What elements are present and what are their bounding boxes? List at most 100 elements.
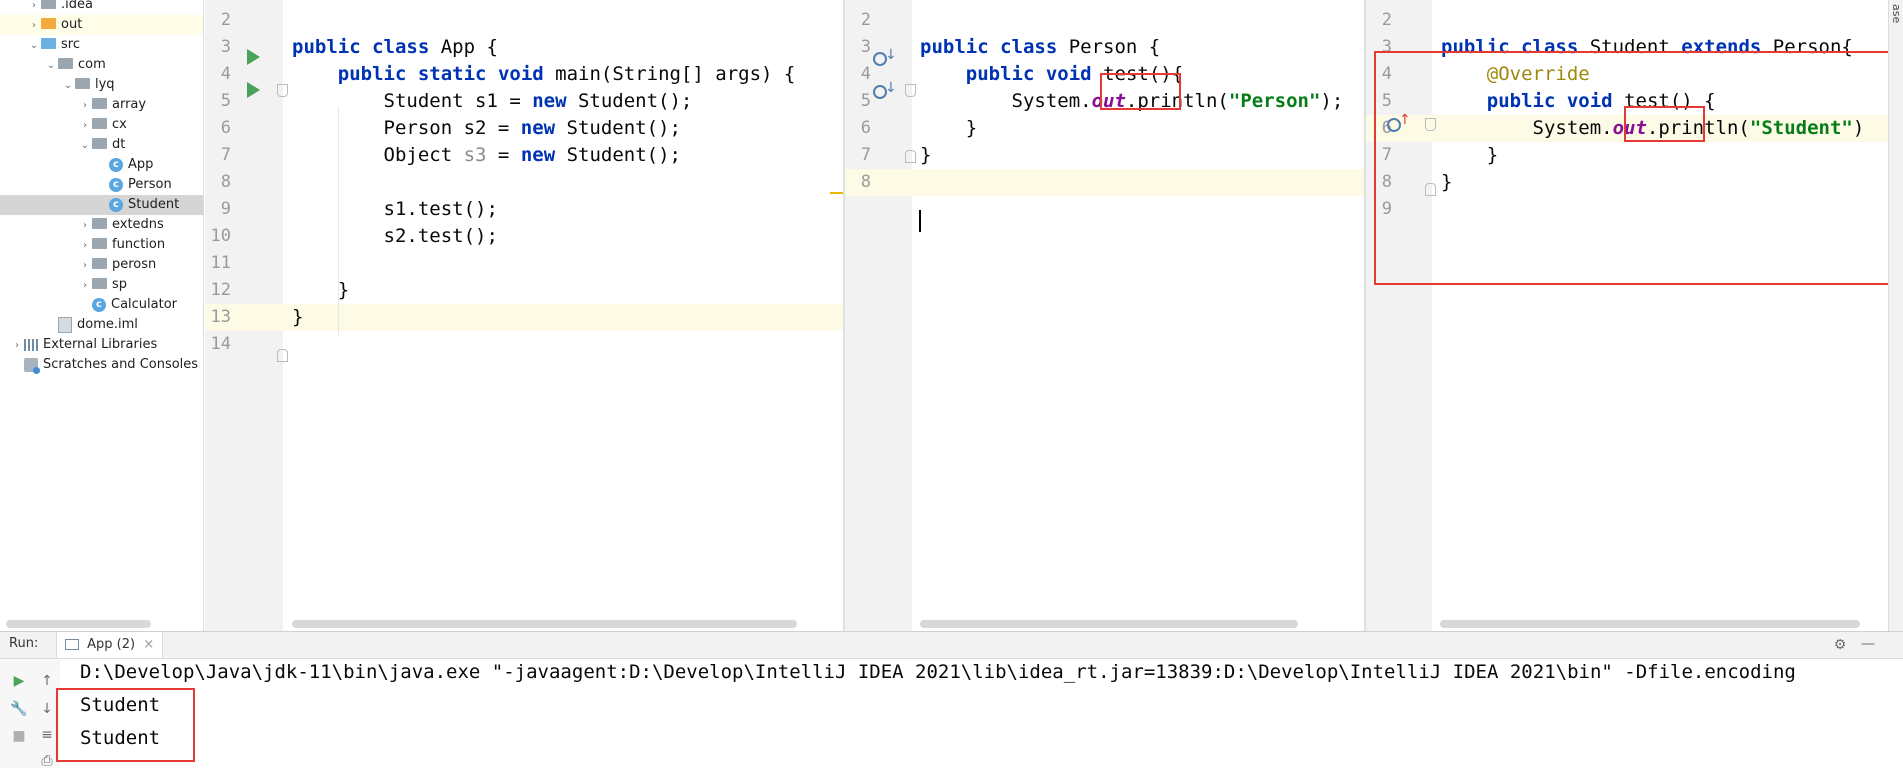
library-icon xyxy=(24,338,38,351)
chevron-right-icon[interactable]: › xyxy=(78,256,92,276)
chevron-right-icon[interactable]: › xyxy=(27,16,41,36)
tree-item-app[interactable]: c App xyxy=(0,155,203,175)
tree-item-extedns[interactable]: › extedns xyxy=(0,215,203,235)
output-highlight-box xyxy=(56,688,195,762)
text-cursor xyxy=(919,210,921,232)
soft-wrap-icon[interactable]: ≡ xyxy=(37,725,57,745)
fold-icon[interactable] xyxy=(277,349,288,362)
package-icon xyxy=(58,58,73,69)
fold-icon[interactable] xyxy=(277,84,288,97)
tree-item-label: dt xyxy=(112,137,126,152)
folder-icon xyxy=(41,0,56,9)
tree-item-label: lyq xyxy=(95,77,115,92)
package-icon xyxy=(92,138,107,149)
tree-item-label: dome.iml xyxy=(77,317,138,332)
tree-item-dt[interactable]: ⌄ dt xyxy=(0,135,203,155)
tree-item-label: perosn xyxy=(112,257,157,272)
class-icon: c xyxy=(92,297,106,312)
tree-item-student[interactable]: c Student xyxy=(0,195,203,215)
highlight-box xyxy=(1624,106,1705,142)
class-icon: c xyxy=(109,177,123,192)
run-gutter-icon[interactable] xyxy=(247,49,260,65)
run-tab[interactable]: App (2) × xyxy=(56,632,164,658)
run-config-icon xyxy=(65,639,79,650)
tree-item-label: extedns xyxy=(112,217,164,232)
current-line-highlight xyxy=(845,169,1364,196)
tree-item-lyq[interactable]: ⌄ lyq xyxy=(0,75,203,95)
chevron-right-icon[interactable]: › xyxy=(27,0,41,16)
tree-item-sp[interactable]: › sp xyxy=(0,275,203,295)
person-editor-scrollbar[interactable] xyxy=(920,620,1298,628)
class-icon: c xyxy=(109,197,123,212)
chevron-down-icon[interactable]: ⌄ xyxy=(61,76,75,96)
run-gutter-icon[interactable] xyxy=(247,82,260,98)
chevron-right-icon[interactable]: › xyxy=(78,116,92,136)
minimize-icon[interactable]: — xyxy=(1858,634,1878,654)
tree-item-perosn[interactable]: › perosn xyxy=(0,255,203,275)
chevron-down-icon[interactable]: ⌄ xyxy=(27,36,41,56)
app-editor-lines: 2 3 public class App {4 public static void… xyxy=(205,0,843,631)
chevron-right-icon[interactable]: › xyxy=(10,336,24,356)
scroll-down-icon[interactable]: ↓ xyxy=(37,699,57,719)
chevron-down-icon[interactable]: ⌄ xyxy=(78,136,92,156)
wrench-icon[interactable]: 🔧 xyxy=(9,699,29,719)
tree-item-dome-iml[interactable]: dome.iml xyxy=(0,315,203,335)
code-line: } xyxy=(920,144,932,166)
gear-icon[interactable]: ⚙ xyxy=(1830,635,1850,655)
chevron-right-icon[interactable]: › xyxy=(78,96,92,116)
tree-item-label: Student xyxy=(128,197,180,212)
tree-item-label: App xyxy=(128,157,154,172)
tree-item-label: com xyxy=(78,57,106,72)
chevron-down-icon[interactable]: ⌄ xyxy=(44,56,58,76)
folder-icon xyxy=(41,18,56,29)
warning-marker[interactable] xyxy=(830,192,843,194)
code-line: } xyxy=(292,306,304,328)
console-command: D:\Develop\Java\jdk-11\bin\java.exe "-ja… xyxy=(80,661,1796,683)
close-icon[interactable]: × xyxy=(143,637,154,652)
package-icon xyxy=(92,258,107,269)
tree-item-label: Scratches and Consoles xyxy=(43,357,199,372)
tree-item-label: src xyxy=(61,37,80,52)
tree-item-idea[interactable]: › .idea xyxy=(0,0,203,15)
tree-item-label: External Libraries xyxy=(43,337,158,352)
tree-item-scratches-and-consoles[interactable]: Scratches and Consoles xyxy=(0,355,203,375)
app-editor-scrollbar[interactable] xyxy=(292,620,797,628)
right-strip-label[interactable]: ase xyxy=(1890,4,1903,23)
package-icon xyxy=(92,118,107,129)
tree-item-label: array xyxy=(112,97,147,112)
tree-item-label: out xyxy=(61,17,83,32)
tree-item-cx[interactable]: › cx xyxy=(0,115,203,135)
chevron-right-icon[interactable]: › xyxy=(78,216,92,236)
run-tab-label: App (2) xyxy=(87,637,136,652)
tree-item-label: Calculator xyxy=(111,297,178,312)
tree-item-calculator[interactable]: c Calculator xyxy=(0,295,203,315)
tree-item-function[interactable]: › function xyxy=(0,235,203,255)
run-header: Run: App (2) × ⚙ — xyxy=(0,632,1903,659)
student-editor-lines: 2 3 public class Student extends Person{4 … xyxy=(1366,0,1888,631)
fold-icon[interactable] xyxy=(905,84,916,97)
tree-item-label: sp xyxy=(112,277,128,292)
tree-scrollbar[interactable] xyxy=(6,620,151,628)
tree-item-external-libraries[interactable]: › External Libraries xyxy=(0,335,203,355)
tree-item-src[interactable]: ⌄ src xyxy=(0,35,203,55)
tree-item-person[interactable]: c Person xyxy=(0,175,203,195)
person-editor-lines: 2 3 public class Person {4 public void tes… xyxy=(845,0,1364,631)
tree-item-array[interactable]: › array xyxy=(0,95,203,115)
tree-item-out[interactable]: › out xyxy=(0,15,203,35)
package-icon xyxy=(75,78,90,89)
tree-item-com[interactable]: ⌄ com xyxy=(0,55,203,75)
student-editor-scrollbar[interactable] xyxy=(1440,620,1860,628)
run-label: Run: xyxy=(9,636,39,651)
tree-item-label: cx xyxy=(112,117,127,132)
chevron-right-icon[interactable]: › xyxy=(78,276,92,296)
arrow-down-icon: ↓ xyxy=(885,80,897,96)
stop-icon[interactable]: ■ xyxy=(9,726,29,746)
print-icon[interactable]: ⎙ xyxy=(37,751,57,771)
rerun-icon[interactable]: ▶ xyxy=(9,671,29,691)
project-tree-panel: › .idea › out ⌄ src ⌄ com ⌄ lyq › array › cx ⌄ dt c App c P… xyxy=(0,0,204,631)
tree-item-label: Person xyxy=(128,177,172,192)
fold-icon[interactable] xyxy=(905,150,916,163)
scroll-up-icon[interactable]: ↑ xyxy=(37,671,57,691)
chevron-right-icon[interactable]: › xyxy=(78,236,92,256)
run-toolbar: ▶ ↑ 🔧 ↓ ■ ≡ ⎙ xyxy=(0,659,60,771)
